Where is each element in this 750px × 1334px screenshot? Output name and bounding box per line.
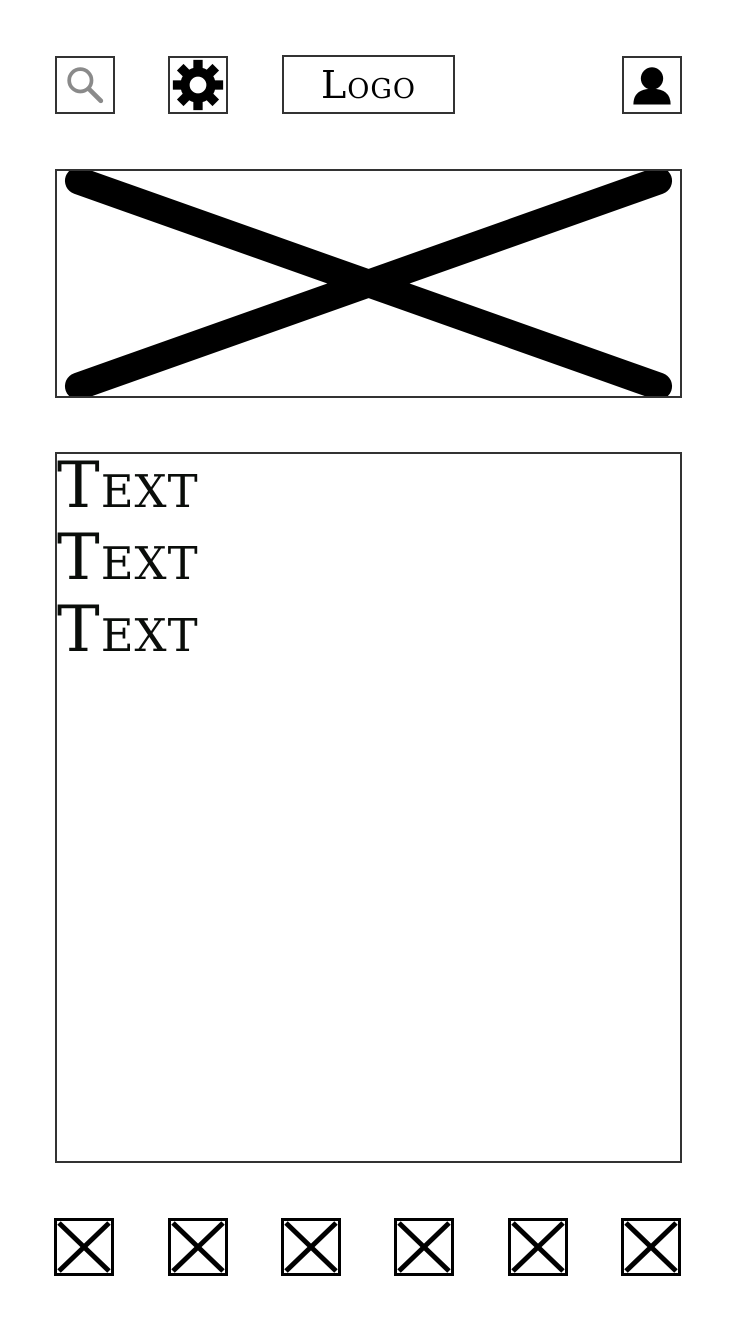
search-button[interactable] [55, 56, 115, 114]
nav-item-5[interactable] [508, 1218, 568, 1276]
nav-item-6[interactable] [621, 1218, 681, 1276]
text-line: Text [57, 521, 199, 595]
placeholder-x-icon [171, 1221, 225, 1273]
profile-button[interactable] [622, 56, 682, 114]
nav-item-2[interactable] [168, 1218, 228, 1276]
nav-item-3[interactable] [281, 1218, 341, 1276]
content-panel: Text Text Text [55, 452, 682, 1163]
placeholder-x-icon [624, 1221, 678, 1273]
placeholder-x-icon [511, 1221, 565, 1273]
text-line: Text [57, 593, 199, 667]
logo-label: Logo [320, 62, 417, 107]
hero-image-placeholder [55, 169, 682, 398]
text-line: Text [57, 449, 199, 523]
logo[interactable]: Logo [282, 55, 455, 114]
search-icon [67, 67, 104, 104]
placeholder-x-icon [57, 1221, 111, 1273]
placeholder-x-icon [397, 1221, 451, 1273]
image-placeholder-icon [64, 171, 673, 396]
placeholder-x-icon [284, 1221, 338, 1273]
gear-icon [172, 59, 224, 111]
settings-button[interactable] [168, 56, 228, 114]
nav-item-4[interactable] [394, 1218, 454, 1276]
user-icon [633, 67, 671, 105]
nav-item-1[interactable] [54, 1218, 114, 1276]
